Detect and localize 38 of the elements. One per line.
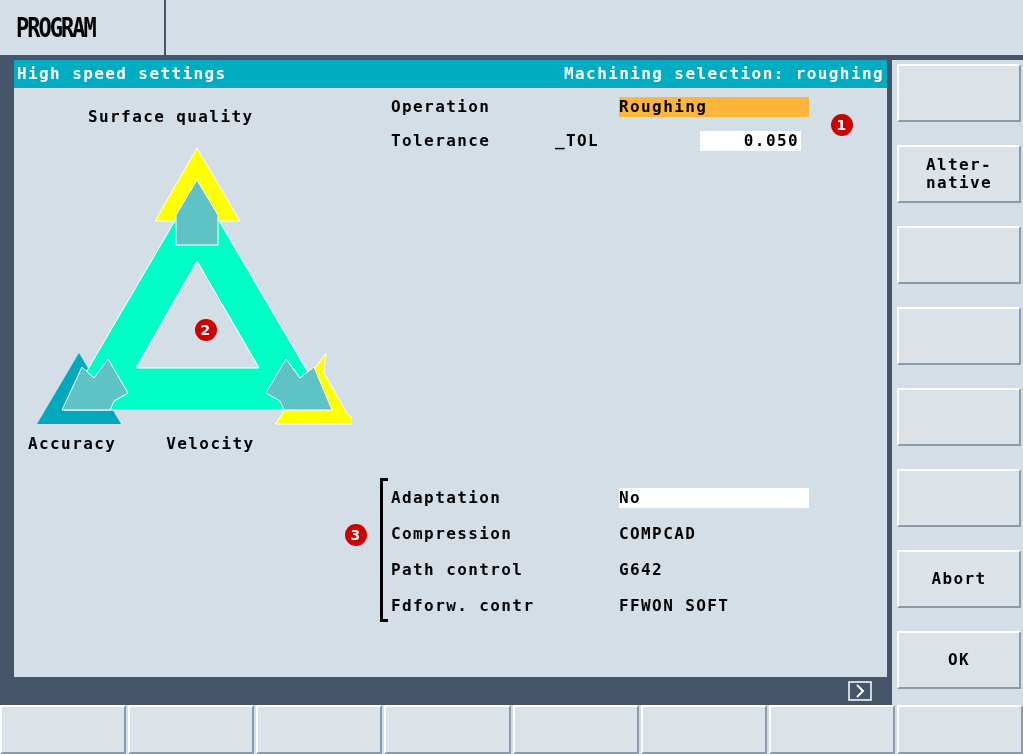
- blank-softkey[interactable]: [896, 705, 1023, 754]
- softkey[interactable]: Alter- native: [897, 145, 1021, 203]
- field-label: Tolerance: [391, 131, 491, 150]
- value-text: G642: [619, 560, 664, 580]
- field-label: Adaptation: [391, 488, 502, 507]
- field-label: Fdforw. contr: [391, 596, 535, 615]
- blank-softkey[interactable]: [897, 469, 1021, 527]
- value-field[interactable]: No: [619, 488, 809, 508]
- blank-softkey[interactable]: [0, 705, 127, 754]
- axis-label: Accuracy: [28, 433, 117, 455]
- softkey[interactable]: Abort: [897, 550, 1021, 608]
- value-text: COMPCAD: [619, 524, 697, 544]
- axis-label: Velocity: [166, 433, 255, 455]
- callout-marker: 1: [831, 114, 853, 136]
- chevron-right-icon[interactable]: [848, 681, 872, 701]
- callout-marker: 2: [195, 319, 217, 341]
- parameter-name: _TOL: [555, 131, 600, 150]
- blank-softkey[interactable]: [640, 705, 767, 754]
- value-field[interactable]: Roughing: [619, 97, 809, 117]
- blank-softkey[interactable]: [897, 226, 1021, 284]
- blank-softkey[interactable]: [512, 705, 639, 754]
- blank-softkey[interactable]: [897, 307, 1021, 365]
- input-field[interactable]: 0.050: [700, 131, 801, 151]
- callout-marker: 3: [345, 524, 367, 546]
- dialog-title: High speed settings: [17, 63, 227, 85]
- softkey[interactable]: OK: [897, 631, 1021, 689]
- blank-softkey[interactable]: [256, 705, 383, 754]
- value-text: FFWON SOFT: [619, 596, 730, 616]
- blank-softkey[interactable]: [897, 388, 1021, 446]
- field-label: Compression: [391, 524, 513, 543]
- field-label: Operation: [391, 97, 491, 116]
- blank-softkey[interactable]: [128, 705, 255, 754]
- axis-label: Surface quality: [88, 106, 254, 128]
- blank-softkey[interactable]: [897, 64, 1021, 122]
- selection-text: Machining selection: roughing: [564, 63, 884, 85]
- area-title: PROGRAM: [16, 11, 95, 45]
- blank-softkey[interactable]: [384, 705, 511, 754]
- field-label: Path control: [391, 560, 524, 579]
